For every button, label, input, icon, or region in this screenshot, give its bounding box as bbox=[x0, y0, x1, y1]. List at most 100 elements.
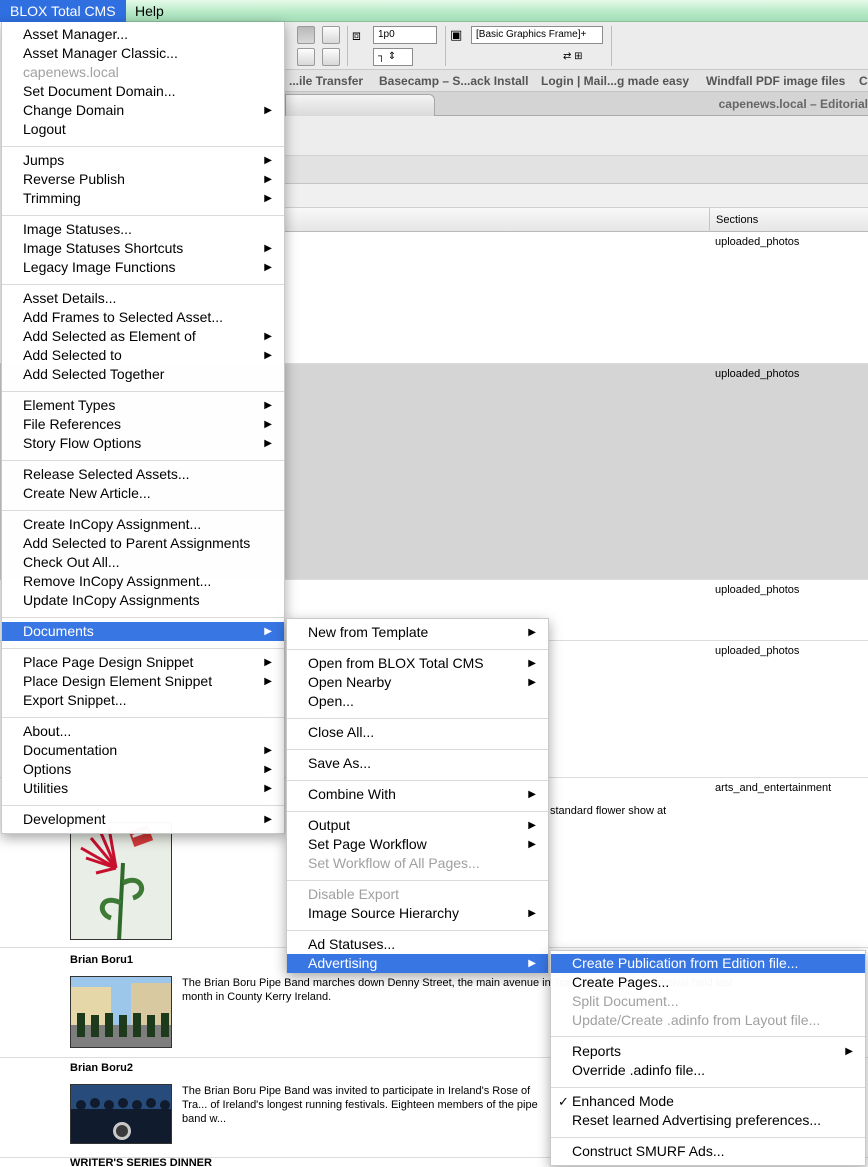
menu-item-asset-manager-classic[interactable]: Asset Manager Classic... bbox=[2, 44, 284, 63]
menu-item-add-frames-to-selected-asset[interactable]: Add Frames to Selected Asset... bbox=[2, 308, 284, 327]
menu-item-trimming[interactable]: Trimming ▶ bbox=[2, 189, 284, 208]
menu-item-export-snippet[interactable]: Export Snippet... bbox=[2, 691, 284, 710]
menu-separator bbox=[2, 510, 284, 511]
submenu-arrow-icon: ▶ bbox=[528, 820, 536, 831]
menu-item-release-selected-assets[interactable]: Release Selected Assets... bbox=[2, 465, 284, 484]
menu-item-set-document-domain[interactable]: Set Document Domain... bbox=[2, 82, 284, 101]
menu-item-place-design-element-snippet[interactable]: Place Design Element Snippet ▶ bbox=[2, 672, 284, 691]
menu-item-documents[interactable]: Documents ▶ bbox=[2, 622, 284, 641]
menu-item-remove-incopy-assignment[interactable]: Remove InCopy Assignment... bbox=[2, 572, 284, 591]
bookmark-overflow[interactable]: C bbox=[859, 70, 868, 92]
menu-item-development[interactable]: Development ▶ bbox=[2, 810, 284, 829]
submenu-arrow-icon: ▶ bbox=[264, 745, 272, 756]
documents-item-ad-statuses[interactable]: Ad Statuses... bbox=[287, 935, 548, 954]
documents-item-open-nearby[interactable]: Open Nearby ▶ bbox=[287, 673, 548, 692]
sections-column-header[interactable]: Sections bbox=[709, 208, 758, 232]
menu-item-asset-details[interactable]: Asset Details... bbox=[2, 289, 284, 308]
corner-options-field[interactable]: ┐ ⇕ bbox=[373, 48, 413, 66]
asset-thumbnail[interactable] bbox=[70, 976, 172, 1048]
menu-item-add-selected-to[interactable]: Add Selected to ▶ bbox=[2, 346, 284, 365]
bookmark-basecamp[interactable]: Basecamp – S...ack Install bbox=[379, 70, 528, 92]
menu-item-add-selected-to-parent-assignments[interactable]: Add Selected to Parent Assignments bbox=[2, 534, 284, 553]
advertising-item-enhanced-mode[interactable]: Enhanced Mode ✓ bbox=[551, 1092, 865, 1111]
menu-item-about[interactable]: About... bbox=[2, 722, 284, 741]
blox-total-cms-menu: Asset Manager... Asset Manager Classic...… bbox=[1, 22, 285, 834]
bookmark-windfall-pdf[interactable]: Windfall PDF image files bbox=[706, 70, 845, 92]
documents-item-open-from-blox-total-cms[interactable]: Open from BLOX Total CMS ▶ bbox=[287, 654, 548, 673]
documents-item-advertising[interactable]: Advertising ▶ bbox=[287, 954, 548, 973]
menubar-help[interactable]: Help bbox=[125, 0, 174, 22]
documents-item-save-as[interactable]: Save As... bbox=[287, 754, 548, 773]
documents-item-close-all[interactable]: Close All... bbox=[287, 723, 548, 742]
menu-item-asset-manager[interactable]: Asset Manager... bbox=[2, 25, 284, 44]
menu-item-label: Add Selected Together bbox=[23, 366, 165, 382]
object-style-select[interactable]: [Basic Graphics Frame]+ bbox=[471, 26, 603, 44]
menu-separator bbox=[2, 717, 284, 718]
advertising-item-override-adinfo-file[interactable]: Override .adinfo file... bbox=[551, 1061, 865, 1080]
align-top-icon[interactable] bbox=[297, 26, 315, 44]
justify-icon[interactable] bbox=[322, 48, 340, 66]
bookmark-login-mail[interactable]: Login | Mail...g made easy bbox=[541, 70, 689, 92]
menu-item-add-selected-as-element-of[interactable]: Add Selected as Element of ▶ bbox=[2, 327, 284, 346]
menu-item-label: Set Page Workflow bbox=[308, 836, 427, 852]
asset-title[interactable]: WRITER'S SERIES DINNER bbox=[70, 1157, 212, 1167]
style-options-icon[interactable]: ⇄ ⊞ bbox=[563, 48, 601, 66]
submenu-arrow-icon: ▶ bbox=[264, 814, 272, 825]
menu-item-place-page-design-snippet[interactable]: Place Page Design Snippet ▶ bbox=[2, 653, 284, 672]
advertising-item-create-pages[interactable]: Create Pages... bbox=[551, 973, 865, 992]
menu-item-label: Construct SMURF Ads... bbox=[572, 1143, 725, 1159]
spacing-field[interactable]: 1p0 bbox=[373, 26, 437, 44]
documents-item-open[interactable]: Open... bbox=[287, 692, 548, 711]
documents-item-new-from-template[interactable]: New from Template ▶ bbox=[287, 623, 548, 642]
submenu-arrow-icon: ▶ bbox=[264, 626, 272, 637]
toolbar-separator bbox=[445, 26, 446, 66]
advertising-item-reset-learned-advertising-preferences[interactable]: Reset learned Advertising preferences... bbox=[551, 1111, 865, 1130]
table-header: Sections bbox=[285, 208, 868, 232]
menu-item-story-flow-options[interactable]: Story Flow Options ▶ bbox=[2, 434, 284, 453]
editorial-search-bar bbox=[285, 184, 868, 208]
documents-item-image-source-hierarchy[interactable]: Image Source Hierarchy ▶ bbox=[287, 904, 548, 923]
advertising-item-reports[interactable]: Reports ▶ bbox=[551, 1042, 865, 1061]
menu-item-label: Add Frames to Selected Asset... bbox=[23, 309, 223, 325]
menu-item-label: Reports bbox=[572, 1043, 622, 1059]
menu-item-documentation[interactable]: Documentation ▶ bbox=[2, 741, 284, 760]
menu-item-file-references[interactable]: File References ▶ bbox=[2, 415, 284, 434]
menu-item-label: Asset Manager Classic... bbox=[23, 45, 178, 61]
frame-fitting-icon[interactable]: ⧈ bbox=[352, 26, 370, 44]
menu-item-create-incopy-assignment[interactable]: Create InCopy Assignment... bbox=[2, 515, 284, 534]
pipe-band-street-image bbox=[71, 977, 171, 1047]
asset-title[interactable]: Brian Boru1 bbox=[70, 954, 133, 966]
menu-item-element-types[interactable]: Element Types ▶ bbox=[2, 396, 284, 415]
documents-item-output[interactable]: Output ▶ bbox=[287, 816, 548, 835]
menu-item-update-incopy-assignments[interactable]: Update InCopy Assignments bbox=[2, 591, 284, 610]
menu-item-utilities[interactable]: Utilities ▶ bbox=[2, 779, 284, 798]
menu-item-add-selected-together[interactable]: Add Selected Together bbox=[2, 365, 284, 384]
bookmark-file-transfer[interactable]: ...ile Transfer bbox=[289, 70, 363, 92]
menu-item-options[interactable]: Options ▶ bbox=[2, 760, 284, 779]
documents-item-set-page-workflow[interactable]: Set Page Workflow ▶ bbox=[287, 835, 548, 854]
menubar-blox-total-cms[interactable]: BLOX Total CMS bbox=[0, 0, 126, 22]
menu-item-label: Close All... bbox=[308, 724, 375, 740]
menu-item-legacy-image-functions[interactable]: Legacy Image Functions ▶ bbox=[2, 258, 284, 277]
menu-separator bbox=[2, 805, 284, 806]
menu-item-label: Save As... bbox=[308, 755, 372, 771]
asset-thumbnail[interactable] bbox=[70, 822, 172, 940]
align-bottom-icon[interactable] bbox=[297, 48, 315, 66]
menu-item-create-new-article[interactable]: Create New Article... bbox=[2, 484, 284, 503]
browser-tab[interactable] bbox=[285, 94, 435, 116]
menu-item-image-statuses-shortcuts[interactable]: Image Statuses Shortcuts ▶ bbox=[2, 239, 284, 258]
asset-thumbnail[interactable] bbox=[70, 1084, 172, 1144]
menu-item-logout[interactable]: Logout bbox=[2, 120, 284, 139]
menu-item-image-statuses[interactable]: Image Statuses... bbox=[2, 220, 284, 239]
align-center-icon[interactable] bbox=[322, 26, 340, 44]
menu-item-label: Set Document Domain... bbox=[23, 83, 176, 99]
object-style-icon[interactable]: ▣ bbox=[450, 26, 468, 44]
menu-item-jumps[interactable]: Jumps ▶ bbox=[2, 151, 284, 170]
advertising-item-construct-smurf-ads[interactable]: Construct SMURF Ads... bbox=[551, 1142, 865, 1161]
documents-item-combine-with[interactable]: Combine With ▶ bbox=[287, 785, 548, 804]
menu-item-change-domain[interactable]: Change Domain ▶ bbox=[2, 101, 284, 120]
asset-title[interactable]: Brian Boru2 bbox=[70, 1062, 133, 1074]
menu-item-check-out-all[interactable]: Check Out All... bbox=[2, 553, 284, 572]
menu-item-reverse-publish[interactable]: Reverse Publish ▶ bbox=[2, 170, 284, 189]
advertising-item-create-publication-from-edition-file[interactable]: Create Publication from Edition file... bbox=[551, 954, 865, 973]
